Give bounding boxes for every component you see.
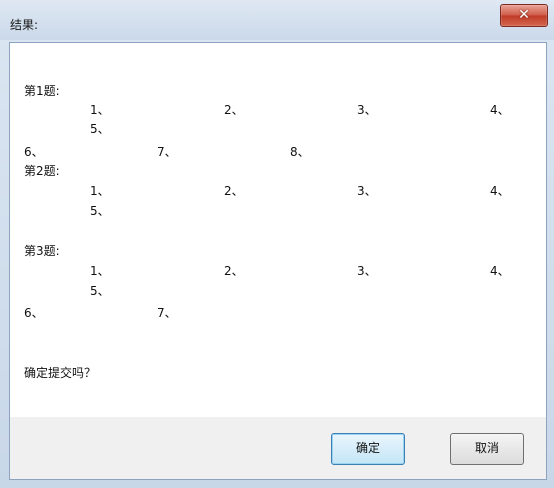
button-bar: 确定 取消: [9, 417, 547, 480]
answer-item: 4、: [490, 184, 510, 198]
question-heading: 第3题:: [24, 244, 60, 258]
answer-item: 6、: [24, 306, 44, 320]
title-bar: 结果: ✕: [0, 0, 554, 40]
confirm-prompt: 确定提交吗？: [24, 366, 97, 380]
answer-item: 3、: [357, 264, 377, 278]
answer-item: 1、: [90, 103, 110, 117]
answer-item: 2、: [224, 264, 244, 278]
answer-item: 7、: [157, 145, 177, 159]
close-button[interactable]: ✕: [500, 4, 548, 27]
results-panel: 第1题: 1、 2、 3、 4、 5、 6、 7、 8、 第2题: 1、 2、 …: [9, 42, 547, 419]
answer-item: 3、: [357, 103, 377, 117]
answer-item: 1、: [90, 184, 110, 198]
question-heading: 第2题:: [24, 164, 60, 178]
answer-item: 7、: [157, 306, 177, 320]
answer-item: 4、: [490, 264, 510, 278]
answer-item: 2、: [224, 103, 244, 117]
answer-item: 1、: [90, 264, 110, 278]
cancel-button[interactable]: 取消: [450, 433, 524, 465]
answer-item: 2、: [224, 184, 244, 198]
answer-item: 4、: [490, 103, 510, 117]
answer-item: 8、: [290, 145, 310, 159]
close-icon: ✕: [518, 7, 530, 23]
answer-item: 5、: [90, 284, 110, 298]
question-heading: 第1题:: [24, 84, 60, 98]
result-dialog: 结果: ✕ 第1题: 1、 2、 3、 4、 5、 6、 7、 8、 第2题: …: [0, 0, 554, 488]
ok-button[interactable]: 确定: [331, 433, 405, 465]
answer-item: 5、: [90, 204, 110, 218]
answer-item: 5、: [90, 122, 110, 136]
answer-item: 6、: [24, 145, 44, 159]
window-title: 结果:: [10, 18, 39, 32]
answer-item: 3、: [357, 184, 377, 198]
